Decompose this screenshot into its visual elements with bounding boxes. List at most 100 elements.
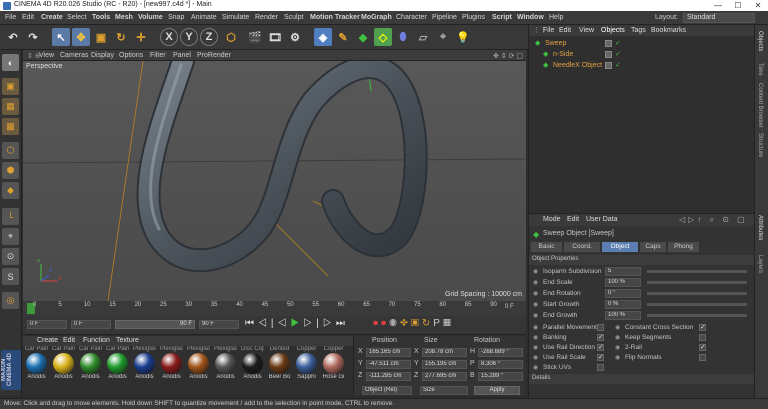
animate-dot-icon[interactable]: ◉ <box>615 344 620 351</box>
material-swatch[interactable]: Car Pain Anodis <box>79 346 102 380</box>
previous-frame-icon[interactable]: ◁ <box>278 318 291 329</box>
viewport-menu-options[interactable]: Options <box>119 52 143 59</box>
menu-file[interactable]: File <box>5 14 16 21</box>
axis-mode-icon[interactable]: └ <box>2 208 19 225</box>
move-tool-icon[interactable]: ✥ <box>72 28 90 46</box>
property-field[interactable]: 100 % <box>605 278 641 287</box>
animate-dot-icon[interactable]: ◉ <box>533 344 538 351</box>
checkbox[interactable] <box>597 324 604 331</box>
range-slider[interactable]: 90 F <box>115 320 195 329</box>
attribute-tab[interactable]: Coord. <box>564 242 600 252</box>
menu-window[interactable]: Window <box>517 14 544 21</box>
position-field[interactable]: 165.165 cm <box>366 348 411 357</box>
menu-mograph[interactable]: MoGraph <box>361 14 392 21</box>
material-swatch[interactable]: Plexiglas Anodis <box>187 346 210 380</box>
property-slider[interactable] <box>647 292 747 295</box>
details-section[interactable]: Details <box>529 374 755 384</box>
menu-plugins[interactable]: Plugins <box>462 14 485 21</box>
enabled-check-icon[interactable]: ✓ <box>615 50 621 58</box>
menu-select[interactable]: Select <box>67 14 86 21</box>
model-mode-icon[interactable]: ▣ <box>2 78 19 95</box>
close-button[interactable]: ✕ <box>748 0 768 11</box>
enabled-check-icon[interactable]: ✓ <box>615 61 621 69</box>
object-tab-edit[interactable]: Edit <box>559 27 571 34</box>
material-menu-create[interactable]: Create <box>37 337 58 344</box>
attribute-menu-mode[interactable]: Mode <box>543 216 561 223</box>
recent-tools-icon[interactable]: ✛ <box>132 28 150 46</box>
coords-mode-select[interactable]: Object (Rel) <box>362 386 412 395</box>
object-name[interactable]: NeedleX Object <box>553 62 602 69</box>
menu-sculpt[interactable]: Sculpt <box>284 14 303 21</box>
light-icon[interactable]: 💡 <box>454 28 472 46</box>
undo-icon[interactable]: ↶ <box>4 28 22 46</box>
scale-tool-icon[interactable]: ▣ <box>92 28 110 46</box>
object-name[interactable]: Sweep <box>545 40 566 47</box>
autokey-icon[interactable]: ⏺ <box>381 318 389 329</box>
menu-help[interactable]: Help <box>549 14 563 21</box>
rotation-field[interactable]: 15.289 ° <box>478 372 523 381</box>
animate-dot-icon[interactable]: ◉ <box>533 364 538 371</box>
edges-mode-icon[interactable]: ⬢ <box>2 162 19 179</box>
viewport-menu-panel[interactable]: Panel <box>173 52 191 59</box>
right-tab-content-browser[interactable]: Content Browser <box>757 83 763 128</box>
parameter-key-icon[interactable]: P <box>433 318 443 329</box>
material-swatch[interactable]: Copper Sapphi <box>295 346 318 380</box>
keyframe-controls[interactable]: ⏺⏺◉✥▣↻P▦ <box>373 318 454 329</box>
menu-script[interactable]: Script <box>492 14 512 21</box>
snapping-icon[interactable]: ⊙ <box>2 248 19 265</box>
animate-dot-icon[interactable]: ◉ <box>533 312 538 319</box>
render-picture-viewer-icon[interactable]: 🎞 <box>266 28 284 46</box>
viewport-menu-filter[interactable]: Filter <box>150 52 166 59</box>
timeline-menu-icon[interactable]: ▦ <box>443 318 454 329</box>
checkbox[interactable]: ✓ <box>597 334 604 341</box>
floor-icon[interactable]: ▱ <box>414 28 432 46</box>
rotation-field[interactable]: -268.689 ° <box>478 348 523 357</box>
object-tab-file[interactable]: File <box>543 27 554 34</box>
camera-icon[interactable]: ⌖ <box>434 28 452 46</box>
menu-tools[interactable]: Tools <box>92 14 110 21</box>
position-key-icon[interactable]: ✥ <box>400 318 411 329</box>
material-swatch[interactable]: Plexiglas Anodis <box>160 346 183 380</box>
right-tab-take[interactable]: Take <box>757 63 763 76</box>
viewport-menu-cameras[interactable]: Cameras <box>60 52 88 59</box>
menu-snap[interactable]: Snap <box>168 14 184 21</box>
material-swatch[interactable]: Car Pain Anodis <box>52 346 75 380</box>
coords-size-select[interactable]: Size <box>420 386 468 395</box>
attribute-tab[interactable]: Object <box>602 242 638 252</box>
minimize-button[interactable]: — <box>708 0 728 11</box>
go-to-start-icon[interactable]: ⏮ <box>245 318 258 329</box>
object-tab-view[interactable]: View <box>579 27 594 34</box>
subdivision-surface-icon[interactable]: ◆ <box>354 28 372 46</box>
animate-dot-icon[interactable]: ◉ <box>533 290 538 297</box>
object-row[interactable]: ◆ NeedleX Object ✓ <box>529 61 755 71</box>
object-row[interactable]: ◆ n-Side ✓ <box>529 50 755 60</box>
pen-spline-icon[interactable]: ✎ <box>334 28 352 46</box>
checkbox[interactable]: ✓ <box>597 354 604 361</box>
attribute-nav-icons[interactable]: ◁▷↑ ⌕ ⊙ ▢ <box>679 215 748 225</box>
keyframe-selection-icon[interactable]: ◉ <box>389 318 400 329</box>
material-swatch[interactable]: Dented Beer Bo <box>268 346 291 380</box>
viewport-menu-view[interactable]: View <box>39 52 54 59</box>
checkbox[interactable]: ✓ <box>699 344 706 351</box>
timeline-ruler[interactable]: 0 5 10 15 20 25 30 35 40 45 50 55 60 65 70 75 80 85 90 0 F <box>23 301 526 316</box>
material-swatch[interactable]: Car Pain Anodis <box>106 346 129 380</box>
property-field[interactable]: 0 ° <box>605 289 641 298</box>
animate-dot-icon[interactable]: ◉ <box>615 334 620 341</box>
property-field[interactable]: 0 % <box>605 300 641 309</box>
size-field[interactable]: 155.195 cm <box>422 360 467 369</box>
material-menu-texture[interactable]: Texture <box>116 337 139 344</box>
material-swatch[interactable]: Copper Rose Gi <box>322 346 345 380</box>
array-generator-icon[interactable]: ◇ <box>374 28 392 46</box>
render-view-icon[interactable]: 🎬 <box>246 28 264 46</box>
viewport-menu-prorender[interactable]: ProRender <box>197 52 231 59</box>
animate-dot-icon[interactable]: ◉ <box>533 279 538 286</box>
property-slider[interactable] <box>647 314 747 317</box>
enabled-check-icon[interactable]: ✓ <box>615 39 621 47</box>
record-active-icon[interactable]: ⏺ <box>373 318 381 329</box>
animate-dot-icon[interactable]: ◉ <box>615 354 620 361</box>
attribute-menu-edit[interactable]: Edit <box>567 216 579 223</box>
attribute-menu-user-data[interactable]: User Data <box>586 216 618 223</box>
attribute-tab[interactable]: Caps <box>640 242 666 252</box>
position-field[interactable]: -47.511 cm <box>366 360 411 369</box>
play-icon[interactable]: ▶ <box>290 318 303 329</box>
